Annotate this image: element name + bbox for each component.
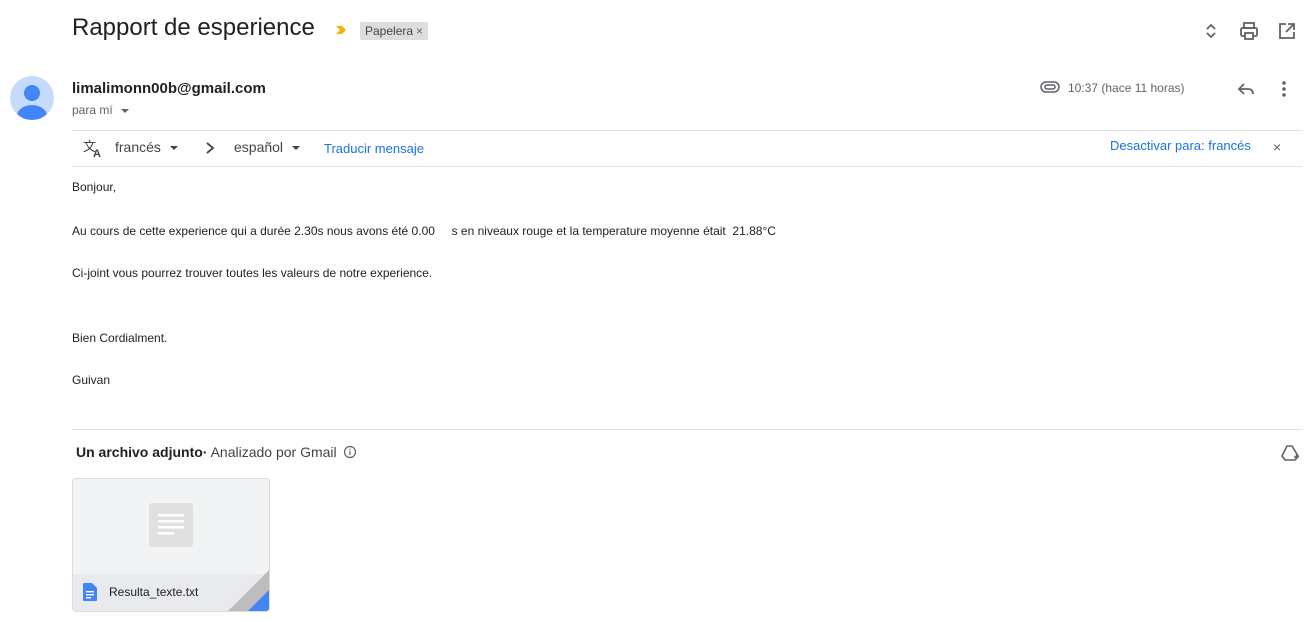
- label-chip-text: Papelera: [365, 24, 414, 38]
- disable-translation-link[interactable]: Desactivar para: francés: [1110, 138, 1251, 153]
- attachment-footer: Resulta_texte.txt: [73, 570, 269, 611]
- source-language-label: francés: [115, 139, 161, 155]
- google-docs-icon: [83, 583, 97, 601]
- importance-marker-icon[interactable]: [334, 23, 348, 37]
- attachments-separator: ·: [202, 444, 208, 460]
- message-time: 10:37 (hace 11 horas): [1068, 81, 1185, 95]
- divider: [72, 166, 1302, 167]
- reply-icon[interactable]: [1236, 80, 1256, 98]
- more-options-icon[interactable]: [1280, 79, 1288, 99]
- attachments-header: Un archivo adjunto· Analizado por Gmail: [76, 444, 357, 460]
- sender-email[interactable]: limalimonn00b@gmail.com: [72, 80, 266, 97]
- body-closing: Bien Cordialment.: [72, 331, 168, 345]
- document-icon: [149, 503, 193, 547]
- translate-icon: 文 A: [83, 139, 101, 158]
- caret-down-icon: [169, 146, 178, 150]
- label-chip-trash[interactable]: Papelera ×: [360, 22, 429, 40]
- attachment-file-name: Resulta_texte.txt: [109, 585, 199, 599]
- body-greeting: Bonjour,: [72, 180, 117, 194]
- open-in-new-window-icon[interactable]: [1276, 20, 1298, 42]
- subject-title: Rapport de esperience: [72, 14, 315, 41]
- svg-text:A: A: [93, 148, 101, 158]
- page-curl-icon: [228, 570, 269, 611]
- caret-down-icon: [291, 146, 300, 150]
- caret-down-icon: [121, 108, 130, 113]
- divider: [72, 130, 1302, 131]
- attachment-preview: [73, 479, 269, 574]
- body-signature: Guivan: [72, 373, 111, 387]
- scan-status: Analizado por Gmail: [210, 444, 337, 460]
- recipient-label: para mí: [72, 103, 113, 117]
- attachment-icon: [1040, 81, 1060, 93]
- close-translation-icon[interactable]: ×: [1273, 139, 1281, 155]
- attachment-card[interactable]: Resulta_texte.txt: [72, 478, 270, 612]
- body-paragraph: Ci-joint vous pourrez trouver toutes les…: [72, 266, 433, 280]
- avatar[interactable]: [10, 76, 54, 120]
- remove-label-icon[interactable]: ×: [416, 24, 423, 38]
- info-icon[interactable]: [343, 445, 357, 459]
- add-to-drive-icon[interactable]: [1280, 443, 1300, 463]
- chevron-right-icon: [206, 142, 215, 154]
- target-language-label: español: [234, 139, 284, 155]
- target-language-select[interactable]: español: [234, 139, 301, 155]
- print-icon[interactable]: [1238, 20, 1260, 42]
- divider: [72, 429, 1302, 430]
- person-icon: [17, 85, 47, 120]
- recipient-details[interactable]: para mí: [72, 103, 130, 117]
- body-paragraph: Au cours de cette experience qui a durée…: [72, 224, 776, 238]
- source-language-select[interactable]: francés: [115, 139, 179, 155]
- translate-message-link[interactable]: Traducir mensaje: [324, 141, 424, 156]
- attachments-count: Un archivo adjunto: [76, 444, 203, 460]
- expand-collapse-icon[interactable]: [1200, 20, 1222, 42]
